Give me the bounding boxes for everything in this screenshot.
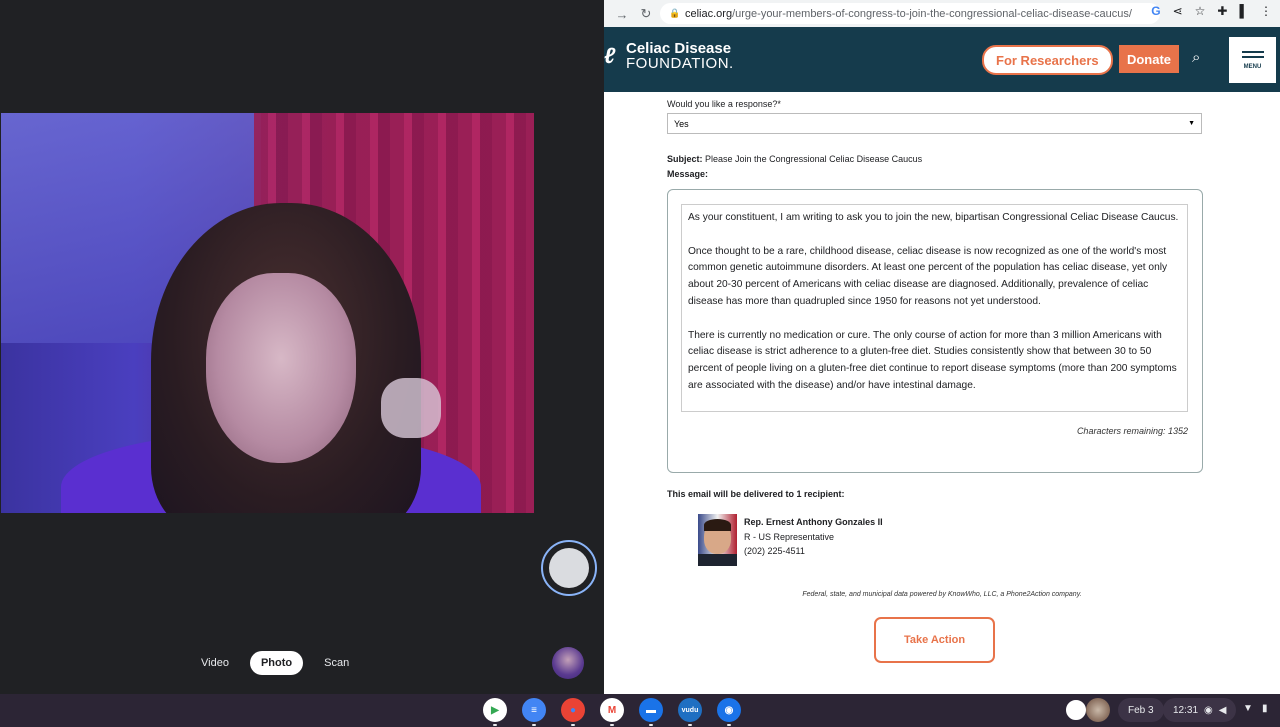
running-indicator [532, 724, 536, 726]
recipient-phone: (202) 225-4511 [744, 546, 805, 556]
response-select[interactable]: Yes ▼ [667, 113, 1202, 134]
browser-window: → ↻ 🔒 celiac.org/urge-your-members-of-co… [604, 0, 1280, 694]
viewfinder-person-face [206, 273, 356, 463]
camera-viewfinder [1, 113, 534, 513]
tray-avatars[interactable] [1064, 698, 1114, 722]
share-icon[interactable]: ⋖ [1173, 4, 1183, 18]
subject-line: Subject: Please Join the Congressional C… [667, 154, 922, 164]
recipient-info: Rep. Ernest Anthony Gonzales II R - US R… [744, 515, 883, 559]
running-indicator [610, 724, 614, 726]
forward-icon[interactable]: → [612, 4, 632, 24]
response-label: Would you like a response?* [667, 99, 781, 109]
take-action-button[interactable]: Take Action [874, 617, 995, 663]
clock: 12:31 [1173, 704, 1199, 716]
extensions-icon[interactable]: ✚ [1217, 4, 1227, 18]
notification-icon: ◀ [1218, 704, 1227, 716]
hamburger-bar [1241, 55, 1264, 58]
url-path: /urge-your-members-of-congress-to-join-t… [732, 7, 1132, 20]
toolbar-actions: G ⋖ ☆ ✚ ▌ ⋮ [1151, 4, 1272, 18]
logo-line1: Celiac Disease [626, 40, 732, 57]
chrome-icon[interactable]: ● [561, 698, 585, 722]
address-bar[interactable]: 🔒 celiac.org/urge-your-members-of-congre… [660, 3, 1160, 24]
running-indicator [649, 724, 653, 726]
lock-icon: 🔒 [669, 8, 681, 18]
logo-mark-icon: ℓ [604, 43, 616, 68]
camera-app: Video Photo Scan [0, 0, 604, 694]
side-panel-icon[interactable]: ▌ [1239, 4, 1248, 18]
response-value: Yes [674, 118, 689, 129]
url-domain: celiac.org [685, 7, 733, 20]
menu-label: MENU [1243, 63, 1262, 70]
reload-icon[interactable]: ↻ [636, 4, 656, 24]
running-indicator [493, 724, 497, 726]
chevron-down-icon: ▼ [1188, 120, 1195, 127]
user-avatar[interactable] [1086, 698, 1110, 722]
menu-button[interactable]: MENU [1229, 37, 1276, 83]
viewfinder-pillow [381, 378, 441, 438]
mode-video[interactable]: Video [190, 651, 240, 675]
site-logo[interactable]: ℓ Celiac Disease FOUNDATION. [604, 41, 734, 71]
battery-icon: ▮ [1262, 703, 1268, 714]
message-label: Message: [667, 169, 709, 179]
gmail-icon[interactable]: M [600, 698, 624, 722]
message-paragraph: As your constituent, I am writing to ask… [688, 212, 1179, 223]
message-container: As your constituent, I am writing to ask… [667, 189, 1203, 473]
bookmark-star-icon[interactable]: ☆ [1195, 4, 1206, 18]
page-content: Would you like a response?* Yes ▼ Subjec… [604, 92, 1280, 694]
message-paragraph: There is currently no medication or cure… [688, 329, 1177, 391]
mode-scan[interactable]: Scan [313, 651, 360, 675]
status-area[interactable]: 12:31 ◉ ◀ [1163, 698, 1237, 722]
logo-line2: FOUNDATION. [626, 55, 734, 72]
shutter-inner [549, 548, 589, 588]
recipient-photo [698, 514, 737, 566]
accessibility-icon[interactable] [1064, 698, 1088, 722]
photo-hair [704, 519, 731, 531]
mode-photo[interactable]: Photo [249, 651, 304, 675]
running-indicator [688, 724, 692, 726]
browser-toolbar: → ↻ 🔒 celiac.org/urge-your-members-of-co… [604, 0, 1280, 27]
site-header: ℓ Celiac Disease FOUNDATION. For Researc… [604, 27, 1280, 92]
recipient-role: R - US Representative [744, 531, 835, 542]
shutter-button[interactable] [541, 540, 597, 596]
docs-icon[interactable]: ≡ [522, 698, 546, 722]
files-icon[interactable]: ▬ [639, 698, 663, 722]
camera-icon[interactable]: ◉ [717, 698, 741, 722]
subject-value: Please Join the Congressional Celiac Dis… [705, 154, 923, 164]
screen-capture-icon: ◉ [1204, 704, 1213, 716]
wifi-icon: ▼ [1243, 703, 1253, 714]
kebab-menu-icon[interactable]: ⋮ [1260, 4, 1272, 18]
running-indicator [571, 724, 575, 726]
subject-label: Subject: [667, 154, 703, 164]
vudu-icon[interactable]: vudu [678, 698, 702, 722]
for-researchers-button[interactable]: For Researchers [982, 45, 1113, 75]
hamburger-icon [1241, 50, 1264, 53]
system-shelf: ▶ ≡ ● M ▬ vudu ◉ Feb 3 12:31 ◉ ◀ ▼ ▮ [0, 694, 1280, 727]
message-paragraph: Once thought to be a rare, childhood dis… [688, 245, 1168, 307]
gallery-thumbnail[interactable] [552, 647, 584, 679]
date-pill[interactable]: Feb 3 [1118, 698, 1164, 722]
running-indicator [727, 724, 731, 726]
donate-button[interactable]: Donate [1119, 45, 1179, 73]
characters-remaining: Characters remaining: 1352 [1076, 426, 1188, 436]
photo-suit [698, 554, 737, 566]
search-icon[interactable]: ⌕ [1192, 49, 1200, 66]
message-textarea[interactable]: As your constituent, I am writing to ask… [681, 204, 1188, 412]
camera-mode-bar: Video Photo Scan [190, 651, 360, 675]
google-lens-icon[interactable]: G [1151, 4, 1160, 18]
play-store-icon[interactable]: ▶ [483, 698, 507, 722]
recipient-name: Rep. Ernest Anthony Gonzales II [744, 517, 883, 527]
delivery-notice: This email will be delivered to 1 recipi… [667, 489, 845, 499]
powered-by-note: Federal, state, and municipal data power… [802, 591, 1082, 598]
